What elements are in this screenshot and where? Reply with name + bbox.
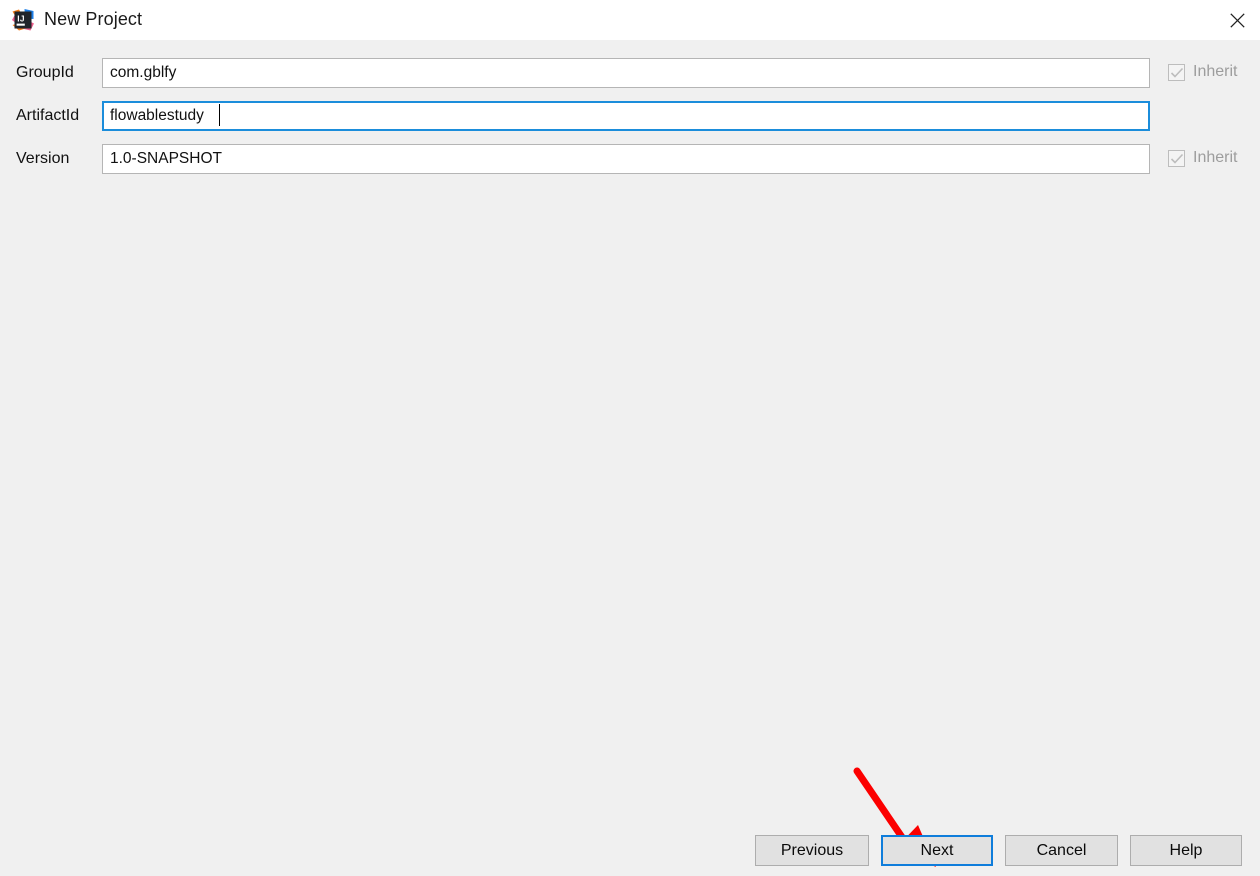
artifact-id-input[interactable]	[102, 101, 1150, 131]
dialog-button-bar: Previous Next Cancel Help	[0, 835, 1260, 876]
version-inherit-label: Inherit	[1193, 149, 1238, 166]
dialog-content: GroupId Inherit ArtifactId Version	[0, 40, 1260, 876]
titlebar: IJ New Project	[0, 0, 1260, 40]
help-button[interactable]: Help	[1130, 835, 1242, 866]
previous-button[interactable]: Previous	[755, 835, 869, 866]
group-id-inherit-checkbox[interactable]	[1168, 63, 1185, 81]
version-inherit-group[interactable]: Inherit	[1168, 148, 1237, 168]
window-title: New Project	[44, 9, 143, 29]
text-cursor	[219, 104, 220, 126]
form-row-artifact-id: ArtifactId	[0, 101, 1260, 131]
next-button[interactable]: Next	[881, 835, 993, 866]
intellij-idea-icon: IJ	[11, 8, 35, 32]
close-icon	[1229, 12, 1245, 28]
artifact-id-label: ArtifactId	[16, 107, 80, 124]
version-input[interactable]	[102, 144, 1150, 174]
version-label: Version	[16, 150, 70, 167]
group-id-inherit-group[interactable]: Inherit	[1168, 62, 1237, 82]
new-project-dialog: IJ New Project GroupId com.gblfy Inherit…	[0, 0, 1260, 876]
group-id-input[interactable]	[102, 58, 1150, 88]
version-inherit-checkbox[interactable]	[1168, 149, 1185, 167]
close-button[interactable]	[1214, 0, 1260, 40]
group-id-label: GroupId	[16, 64, 74, 81]
form-row-version: Version Inherit	[0, 144, 1260, 174]
form-row-group-id: GroupId Inherit	[0, 58, 1260, 88]
group-id-inherit-label: Inherit	[1193, 63, 1238, 80]
cancel-button[interactable]: Cancel	[1005, 835, 1118, 866]
svg-text:IJ: IJ	[17, 14, 25, 24]
